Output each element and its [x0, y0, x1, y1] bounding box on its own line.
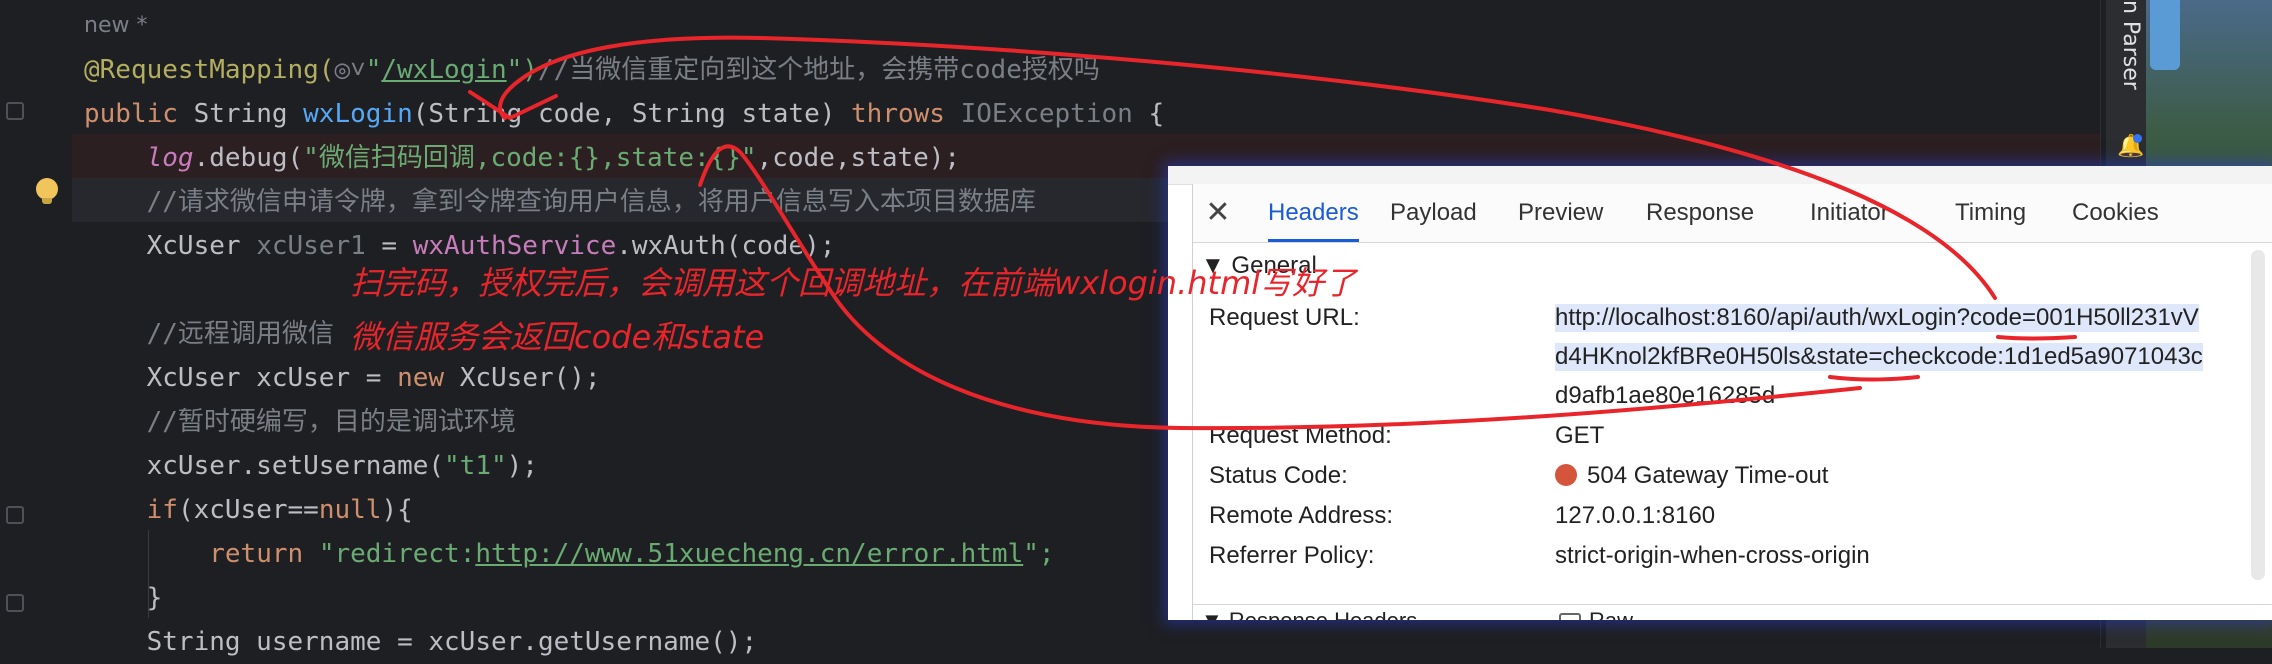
code-line[interactable]: xcUser.setUsername("t1");: [84, 444, 538, 488]
code-line[interactable]: log.debug("微信扫码回调,code:{},state:{}",code…: [84, 136, 960, 180]
fold-marker-icon[interactable]: [6, 594, 24, 612]
code-token: return: [209, 539, 319, 569]
code-token: if: [146, 495, 178, 525]
status-error-icon: [1555, 464, 1577, 486]
code-token: ,code,state);: [756, 143, 961, 173]
tab-initiator[interactable]: Initiator: [1810, 184, 1889, 242]
annotation-text-1: 扫完码，授权完后，会调用这个回调地址，在前端wxlogin.html写好了: [350, 264, 1357, 302]
tab-response[interactable]: Response: [1646, 184, 1754, 242]
code-token: wxLogin: [303, 99, 413, 129]
raw-label: Raw: [1589, 608, 1633, 620]
code-token: //当微信重定向到这个地址，会携带code授权吗: [537, 55, 1100, 85]
code-line[interactable]: //请求微信申请令牌，拿到令牌查询用户信息，将用户信息写入本项目数据库: [84, 180, 1036, 224]
code-line[interactable]: //暂时硬编写，目的是调试环境: [84, 400, 516, 444]
code-token: "): [506, 55, 538, 85]
request-url-line-2: d4HKnol2kfBRe0H50ls&state=checkcode:1d1e…: [1555, 343, 2203, 371]
status-code-value: 504 Gateway Time-out: [1555, 462, 1828, 490]
status-code-text: 504 Gateway Time-out: [1587, 462, 1829, 489]
code-token: http://www.51xuecheng.cn/error.html: [475, 539, 1024, 569]
code-token: ";: [1023, 539, 1055, 569]
code-line[interactable]: //远程调用微信: [84, 312, 334, 356]
code-line[interactable]: public String wxLogin(String code, Strin…: [84, 92, 1164, 136]
close-icon[interactable]: ✕: [1201, 196, 1235, 230]
annotation-text-2: 微信服务会返回code和state: [350, 318, 765, 356]
section-divider: [1193, 604, 2272, 605]
code-line[interactable]: @RequestMapping(◎˅"/wxLogin")//当微信重定向到这个…: [84, 48, 1100, 92]
fold-marker-icon[interactable]: [6, 506, 24, 524]
code-token: ){: [381, 495, 413, 525]
code-token: (String code, String state): [412, 99, 852, 129]
request-method-label: Request Method:: [1209, 422, 1392, 449]
tab-cookies[interactable]: Cookies: [2072, 184, 2159, 242]
remote-address-label: Remote Address:: [1209, 502, 1394, 529]
code-line[interactable]: new *: [84, 4, 147, 48]
code-line[interactable]: XcUser xcUser = new XcUser();: [84, 356, 601, 400]
code-token: //远程调用微信: [84, 319, 334, 349]
code-token: @RequestMapping(: [84, 55, 335, 85]
code-token: new: [397, 363, 460, 393]
code-line[interactable]: }: [84, 576, 163, 620]
request-method-value: GET: [1555, 422, 1605, 449]
code-token: (xcUser==: [177, 495, 319, 525]
request-url-label: Request URL:: [1209, 304, 1360, 331]
code-token: new *: [84, 13, 148, 38]
code-token: XcUser();: [459, 363, 601, 393]
code-token: .wxAuth(code);: [616, 231, 836, 261]
code-line[interactable]: if(xcUser==null){: [84, 488, 413, 532]
raw-checkbox[interactable]: [1559, 613, 1581, 620]
remote-address-value: 127.0.0.1:8160: [1555, 502, 1716, 529]
code-token: throws: [851, 99, 961, 129]
desktop-widget: [2150, 0, 2180, 70]
devtools-network-panel: ✕ Headers Payload Preview Response Initi…: [1168, 166, 2272, 620]
editor-gutter: [0, 0, 72, 648]
request-url-line-1: http://localhost:8160/api/auth/wxLogin?c…: [1555, 304, 2199, 332]
code-token: xcUser.setUsername(: [84, 451, 445, 481]
code-token: log: [146, 143, 194, 173]
code-token: ◎˅: [334, 55, 366, 85]
notification-badge: [2133, 134, 2142, 143]
tab-payload[interactable]: Payload: [1390, 184, 1477, 242]
request-details: ✕ Headers Payload Preview Response Initi…: [1192, 184, 2272, 620]
code-token: //暂时硬编写，目的是调试环境: [84, 407, 516, 437]
code-token: null: [318, 495, 382, 525]
code-token: wxAuthService: [412, 231, 617, 261]
request-list-strip: [1168, 166, 2272, 185]
code-token: //请求微信申请令牌，拿到令牌查询用户信息，将用户信息写入本项目数据库: [84, 187, 1036, 217]
code-token: String: [193, 99, 304, 129]
code-token: "微信扫码回调,code:{},state:{}": [303, 143, 757, 173]
code-token: "redirect:: [318, 539, 476, 569]
code-token: =: [365, 231, 413, 261]
referrer-policy-label: Referrer Policy:: [1209, 542, 1375, 569]
code-token: String username = xcUser.getUsername();: [84, 627, 758, 657]
details-scrollbar[interactable]: [2251, 250, 2265, 580]
code-token: .debug(: [193, 143, 304, 173]
code-line[interactable]: return "redirect:http://www.51xuecheng.c…: [84, 532, 1055, 576]
tool-window-label-parser[interactable]: n Parser: [2103, 0, 2143, 100]
code-token: /wxLogin: [381, 55, 507, 85]
referrer-policy-value: strict-origin-when-cross-origin: [1555, 542, 1870, 569]
code-token: "t1": [444, 451, 507, 481]
tab-timing[interactable]: Timing: [1955, 184, 2026, 242]
code-token: XcUser xcUser =: [84, 363, 398, 393]
code-token: IOException: [960, 99, 1133, 129]
code-line[interactable]: String username = xcUser.getUsername();: [84, 620, 757, 664]
code-token: }: [84, 583, 163, 613]
code-token: );: [506, 451, 538, 481]
code-token: {: [1132, 99, 1165, 129]
code-token: ": [365, 55, 382, 85]
code-token: public: [84, 99, 194, 129]
lightbulb-icon[interactable]: [36, 178, 58, 204]
code-token: XcUser: [84, 231, 257, 261]
tab-headers[interactable]: Headers: [1268, 184, 1359, 242]
status-code-label: Status Code:: [1209, 462, 1348, 489]
code-token: xcUser1: [256, 231, 366, 261]
fold-marker-icon[interactable]: [6, 102, 24, 120]
devtools-tab-bar: ✕ Headers Payload Preview Response Initi…: [1193, 184, 2272, 243]
section-response-headers[interactable]: ▼ Response Headers: [1201, 608, 1417, 620]
tab-preview[interactable]: Preview: [1518, 184, 1603, 242]
request-url-line-3: d9afb1ae80e16285d: [1555, 382, 1776, 409]
